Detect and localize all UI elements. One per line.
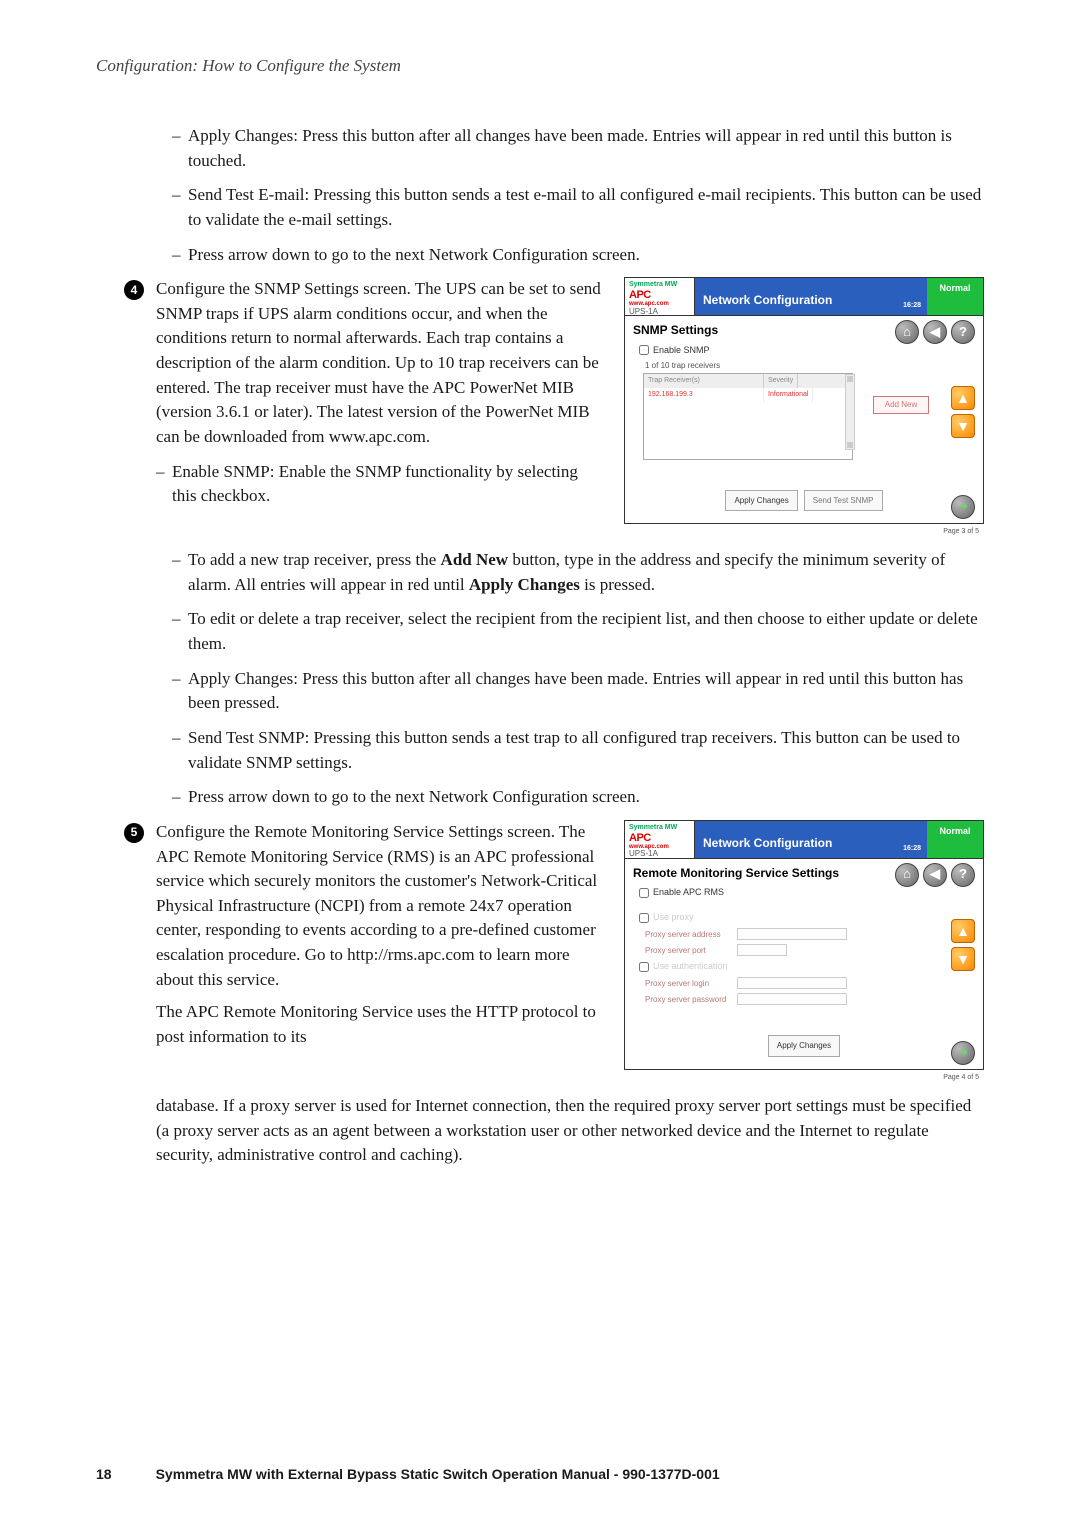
brand-block: Symmetra MW APC www.apc.com UPS-1A [625, 278, 695, 315]
step-5-text: Configure the Remote Monitoring Service … [156, 820, 606, 1050]
step-4-bullets: To add a new trap receiver, press the Ad… [172, 548, 984, 810]
checkbox-input[interactable] [639, 345, 649, 355]
screen-title-text: Network Configuration [703, 836, 832, 850]
table-row[interactable]: 192.168.199.3 Informational [644, 388, 852, 402]
status-badge: Normal [927, 821, 983, 858]
help-icon[interactable]: ? [951, 863, 975, 887]
trap-count: 1 of 10 trap receivers [645, 360, 975, 372]
bullet-item: Apply Changes: Press this button after a… [172, 667, 984, 716]
checkbox-label: Enable SNMP [653, 344, 710, 357]
field-label: Proxy server port [645, 945, 731, 957]
product-name: Symmetra MW [629, 824, 690, 832]
apc-logo: APC [629, 832, 690, 844]
intro-bullets: Apply Changes: Press this button after a… [172, 124, 984, 267]
enable-snmp-checkbox[interactable]: Enable SNMP [639, 344, 975, 357]
col-header: Severity [764, 374, 798, 388]
snmp-settings-screenshot: Symmetra MW APC www.apc.com UPS-1A Netwo… [624, 277, 984, 524]
step-4-para: Configure the SNMP Settings screen. The … [156, 279, 601, 446]
home-icon[interactable]: ⌂ [895, 863, 919, 887]
bullet-item: Enable SNMP: Enable the SNMP functionali… [156, 460, 606, 509]
arrow-down-icon[interactable]: ▼ [951, 947, 975, 971]
cell-ip: 192.168.199.3 [644, 388, 764, 402]
bullet-item: To add a new trap receiver, press the Ad… [172, 548, 984, 597]
checkbox-label: Enable APC RMS [653, 886, 724, 899]
page-header: Configuration: How to Configure the Syst… [96, 56, 984, 76]
product-name: Symmetra MW [629, 281, 690, 289]
proxy-port-row: Proxy server port [645, 944, 975, 956]
checkbox-input[interactable] [639, 888, 649, 898]
clock: 16:28 [903, 301, 921, 311]
checkbox-label: Use authentication [653, 960, 728, 973]
logout-icon[interactable]: ➜ [951, 495, 975, 519]
ups-label: UPS-1A [629, 850, 690, 859]
status-badge: Normal [927, 278, 983, 315]
step-5-para-3: database. If a proxy server is used for … [156, 1094, 984, 1168]
page-number: 18 [96, 1466, 112, 1482]
arrow-up-icon[interactable]: ▲ [951, 386, 975, 410]
bullet-item: Send Test SNMP: Pressing this button sen… [172, 726, 984, 775]
clock: 16:28 [903, 844, 921, 854]
use-auth-checkbox[interactable]: Use authentication [639, 960, 975, 973]
logout-icon[interactable]: ➜ [951, 1041, 975, 1065]
field-label: Proxy server password [645, 994, 731, 1006]
trap-receiver-table: Trap Receiver(s) Severity 192.168.199.3 … [643, 373, 853, 459]
add-new-button[interactable]: Add New [873, 396, 929, 414]
enable-rms-checkbox[interactable]: Enable APC RMS [639, 886, 975, 899]
pager: Page 3 of 5 [943, 527, 979, 537]
field-label: Proxy server address [645, 929, 731, 941]
bullet-item: Press arrow down to go to the next Netwo… [172, 243, 984, 268]
step-5-para-1: Configure the Remote Monitoring Service … [156, 820, 606, 992]
arrow-up-icon[interactable]: ▲ [951, 919, 975, 943]
step-5-para-2: The APC Remote Monitoring Service uses t… [156, 1000, 606, 1049]
checkbox-input[interactable] [639, 913, 649, 923]
bullet-item: To edit or delete a trap receiver, selec… [172, 607, 984, 656]
step-4-text: Configure the SNMP Settings screen. The … [156, 277, 606, 519]
home-icon[interactable]: ⌂ [895, 320, 919, 344]
ups-label: UPS-1A [629, 308, 690, 317]
proxy-address-row: Proxy server address [645, 928, 975, 940]
apply-changes-button[interactable]: Apply Changes [725, 490, 797, 512]
proxy-port-input[interactable] [737, 944, 787, 956]
proxy-login-row: Proxy server login [645, 977, 975, 989]
proxy-password-row: Proxy server password [645, 993, 975, 1005]
help-icon[interactable]: ? [951, 320, 975, 344]
step-5-row: 5 Configure the Remote Monitoring Servic… [96, 820, 984, 1084]
proxy-login-input[interactable] [737, 977, 847, 989]
step-4-row: 4 Configure the SNMP Settings screen. Th… [96, 277, 984, 538]
footer-title: Symmetra MW with External Bypass Static … [156, 1466, 720, 1482]
scrollbar[interactable] [845, 374, 855, 450]
back-icon[interactable]: ◀ [923, 320, 947, 344]
checkbox-input[interactable] [639, 962, 649, 972]
bullet-item: Apply Changes: Press this button after a… [172, 124, 984, 173]
proxy-password-input[interactable] [737, 993, 847, 1005]
field-label: Proxy server login [645, 978, 731, 990]
send-test-snmp-button[interactable]: Send Test SNMP [804, 490, 883, 512]
arrow-down-icon[interactable]: ▼ [951, 414, 975, 438]
screen-title-text: Network Configuration [703, 293, 832, 307]
apply-changes-button[interactable]: Apply Changes [768, 1035, 840, 1057]
brand-block: Symmetra MW APC www.apc.com UPS-1A [625, 821, 695, 858]
screen-title: Network Configuration 16:28 [695, 821, 927, 858]
main-content: Apply Changes: Press this button after a… [96, 124, 984, 1168]
checkbox-label: Use proxy [653, 911, 694, 924]
use-proxy-checkbox[interactable]: Use proxy [639, 911, 975, 924]
bullet-item: Press arrow down to go to the next Netwo… [172, 785, 984, 810]
proxy-address-input[interactable] [737, 928, 847, 940]
page-footer: 18 Symmetra MW with External Bypass Stat… [96, 1466, 984, 1482]
bullet-item: Send Test E-mail: Pressing this button s… [172, 183, 984, 232]
apc-logo: APC [629, 289, 690, 301]
rms-settings-screenshot: Symmetra MW APC www.apc.com UPS-1A Netwo… [624, 820, 984, 1070]
pager: Page 4 of 5 [943, 1073, 979, 1083]
step-number-icon: 4 [124, 280, 144, 300]
col-header: Trap Receiver(s) [644, 374, 764, 388]
cell-severity: Informational [764, 388, 813, 402]
step-number-icon: 5 [124, 823, 144, 843]
back-icon[interactable]: ◀ [923, 863, 947, 887]
screen-title: Network Configuration 16:28 [695, 278, 927, 315]
